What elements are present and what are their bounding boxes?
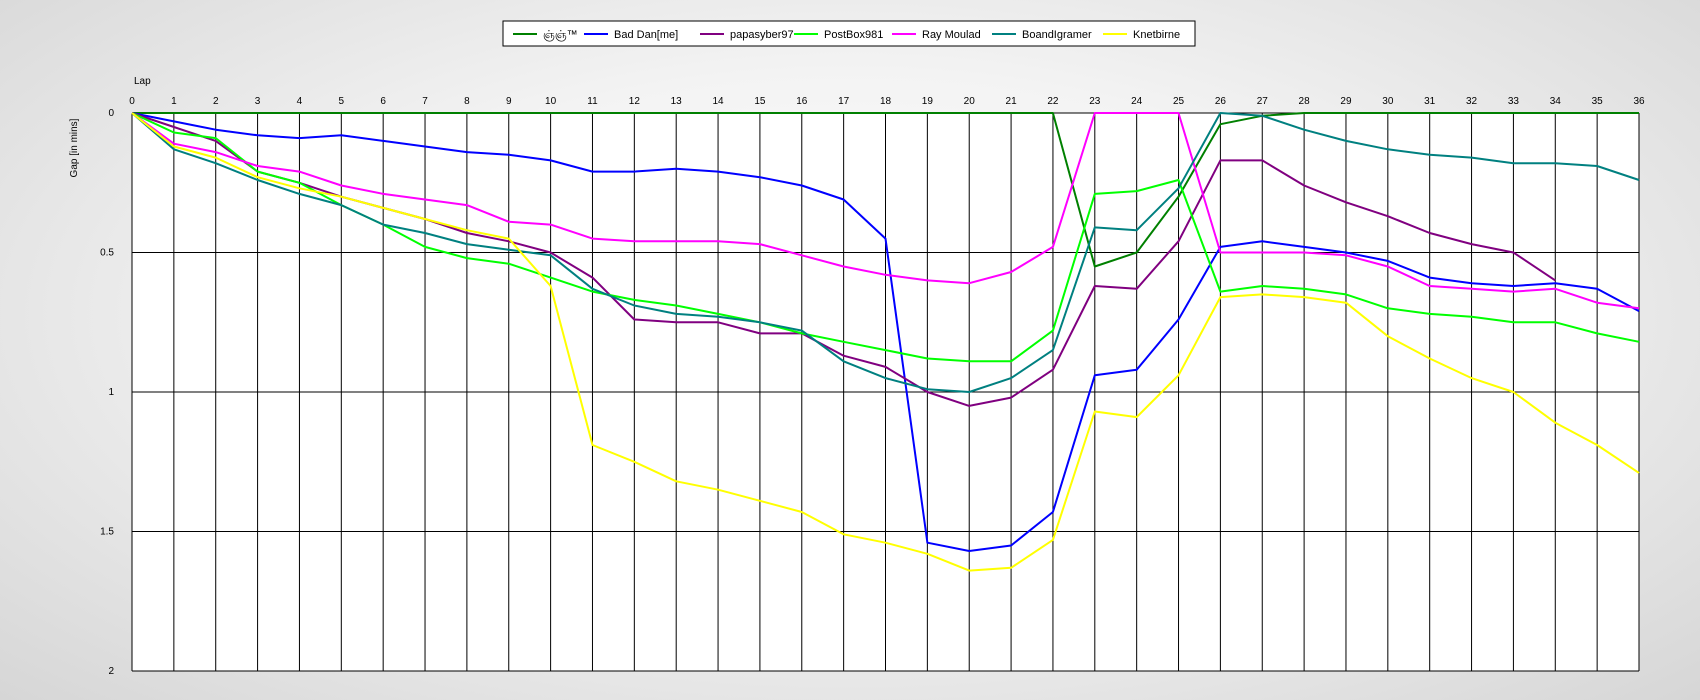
x-tick-label: 34 <box>1550 96 1562 107</box>
x-tick-label: 7 <box>422 96 428 107</box>
x-tick-label: 20 <box>964 96 976 107</box>
gap-chart: ஞ்ஞ்™ Bad Dan[me] papasyber97 PostBox981 Ray… <box>69 20 1645 677</box>
x-tick-label: 14 <box>712 96 724 107</box>
y-tick-label: 1 <box>108 387 114 398</box>
x-axis-title: Lap <box>134 76 151 87</box>
x-tick-label: 4 <box>297 96 303 107</box>
y-axis-title: Gap [in mins] <box>69 118 80 177</box>
x-tick-label: 17 <box>838 96 850 107</box>
x-tick-label: 5 <box>339 96 345 107</box>
x-tick-label: 0 <box>129 96 135 107</box>
x-tick-label: 22 <box>1047 96 1059 107</box>
x-tick-label: 3 <box>255 96 261 107</box>
x-tick-label: 27 <box>1257 96 1269 107</box>
legend-label-postbox981: PostBox981 <box>824 29 883 41</box>
legend-label-papasyber97: papasyber97 <box>730 29 794 41</box>
y-tick-label: 1.5 <box>100 527 114 538</box>
x-tick-label: 33 <box>1508 96 1520 107</box>
legend-label-leader: ஞ்ஞ்™ <box>543 29 578 41</box>
x-tick-label: 15 <box>754 96 766 107</box>
legend-label-bad-dan-me: Bad Dan[me] <box>614 29 678 41</box>
y-tick-label: 0 <box>108 108 114 119</box>
x-tick-label: 6 <box>380 96 386 107</box>
x-tick-label: 21 <box>1006 96 1018 107</box>
x-tick-label: 1 <box>171 96 177 107</box>
x-tick-label: 35 <box>1592 96 1604 107</box>
x-tick-label: 25 <box>1173 96 1185 107</box>
x-tick-label: 24 <box>1131 96 1143 107</box>
x-tick-label: 16 <box>796 96 808 107</box>
x-tick-label: 28 <box>1299 96 1311 107</box>
legend-label-boandigramer: BoandIgramer <box>1022 29 1092 41</box>
x-tick-label: 29 <box>1340 96 1352 107</box>
x-tick-label: 18 <box>880 96 892 107</box>
x-tick-label: 26 <box>1215 96 1227 107</box>
y-tick-label: 2 <box>108 666 114 677</box>
x-tick-label: 8 <box>464 96 470 107</box>
legend-label-ray-moulad: Ray Moulad <box>922 29 981 41</box>
legend-label-knetbirne: Knetbirne <box>1133 29 1180 41</box>
x-tick-label: 9 <box>506 96 512 107</box>
x-tick-label: 30 <box>1382 96 1394 107</box>
x-tick-label: 12 <box>629 96 641 107</box>
x-tick-label: 23 <box>1089 96 1101 107</box>
x-tick-label: 19 <box>922 96 934 107</box>
x-tick-label: 13 <box>671 96 683 107</box>
x-tick-label: 31 <box>1424 96 1436 107</box>
x-tick-label: 36 <box>1633 96 1645 107</box>
x-tick-label: 11 <box>587 96 598 107</box>
y-tick-label: 0.5 <box>100 248 114 259</box>
legend: ஞ்ஞ்™ Bad Dan[me] papasyber97 PostBox981 Ray… <box>502 20 1196 47</box>
x-tick-label: 32 <box>1466 96 1478 107</box>
x-tick-label: 10 <box>545 96 557 107</box>
x-tick-label: 2 <box>213 96 219 107</box>
